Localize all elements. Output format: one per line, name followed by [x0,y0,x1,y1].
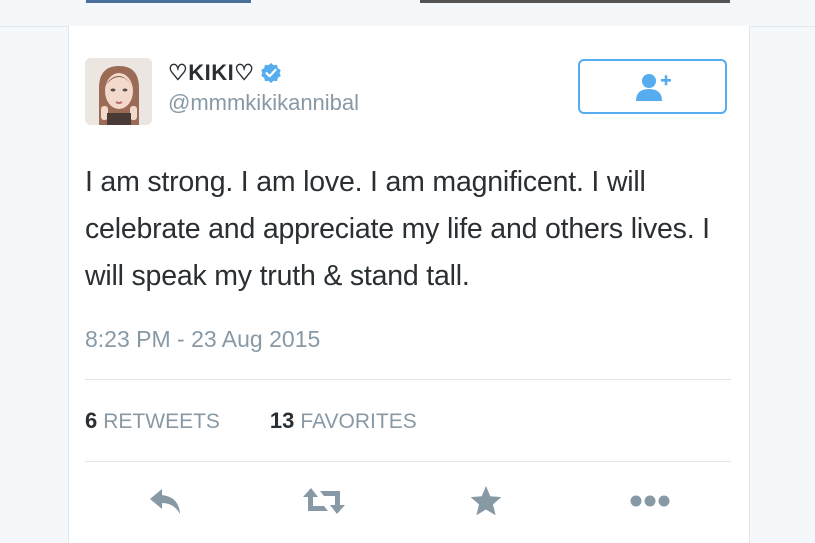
favorite-button[interactable] [461,481,511,521]
more-button[interactable] [625,481,675,521]
tweet-actions [141,481,701,521]
top-bar-strip-left [86,0,251,3]
favorites-label: FAVORITES [300,410,417,433]
verified-badge-icon [260,62,282,84]
tweet-text: I am strong. I am love. I am magnificent… [85,166,710,292]
follow-user-plus-icon [635,73,671,101]
retweets-stat[interactable]: 6 RETWEETS [85,408,220,434]
follow-button[interactable] [578,59,727,114]
tweet-timestamp[interactable]: 8:23 PM - 23 Aug 2015 [85,326,320,353]
username-handle[interactable]: @mmmkikikannibal [168,90,359,116]
tweet-card: ♡KIKI♡ @mmmkikikannibal I am strong. I a… [68,26,750,543]
top-bar [0,0,815,27]
retweet-button[interactable] [299,481,349,521]
retweet-icon [303,488,345,514]
display-name[interactable]: ♡KIKI♡ [168,60,254,86]
favorites-count: 13 [269,408,295,433]
favorites-stat[interactable]: 13 FAVORITES [270,408,417,434]
more-icon [630,495,670,507]
reply-icon [150,489,180,514]
retweets-count: 6 [85,408,98,433]
avatar[interactable] [85,58,152,125]
avatar-photo [85,58,152,125]
divider-bottom [85,461,731,462]
tweet-stats: 6 RETWEETS 13 FAVORITES [85,408,467,434]
author-name-row[interactable]: ♡KIKI♡ [168,58,282,88]
reply-button[interactable] [141,481,191,521]
retweets-label: RETWEETS [103,410,220,433]
favorite-star-icon [470,486,502,516]
top-bar-strip-right [420,0,730,3]
divider-top [85,379,731,380]
